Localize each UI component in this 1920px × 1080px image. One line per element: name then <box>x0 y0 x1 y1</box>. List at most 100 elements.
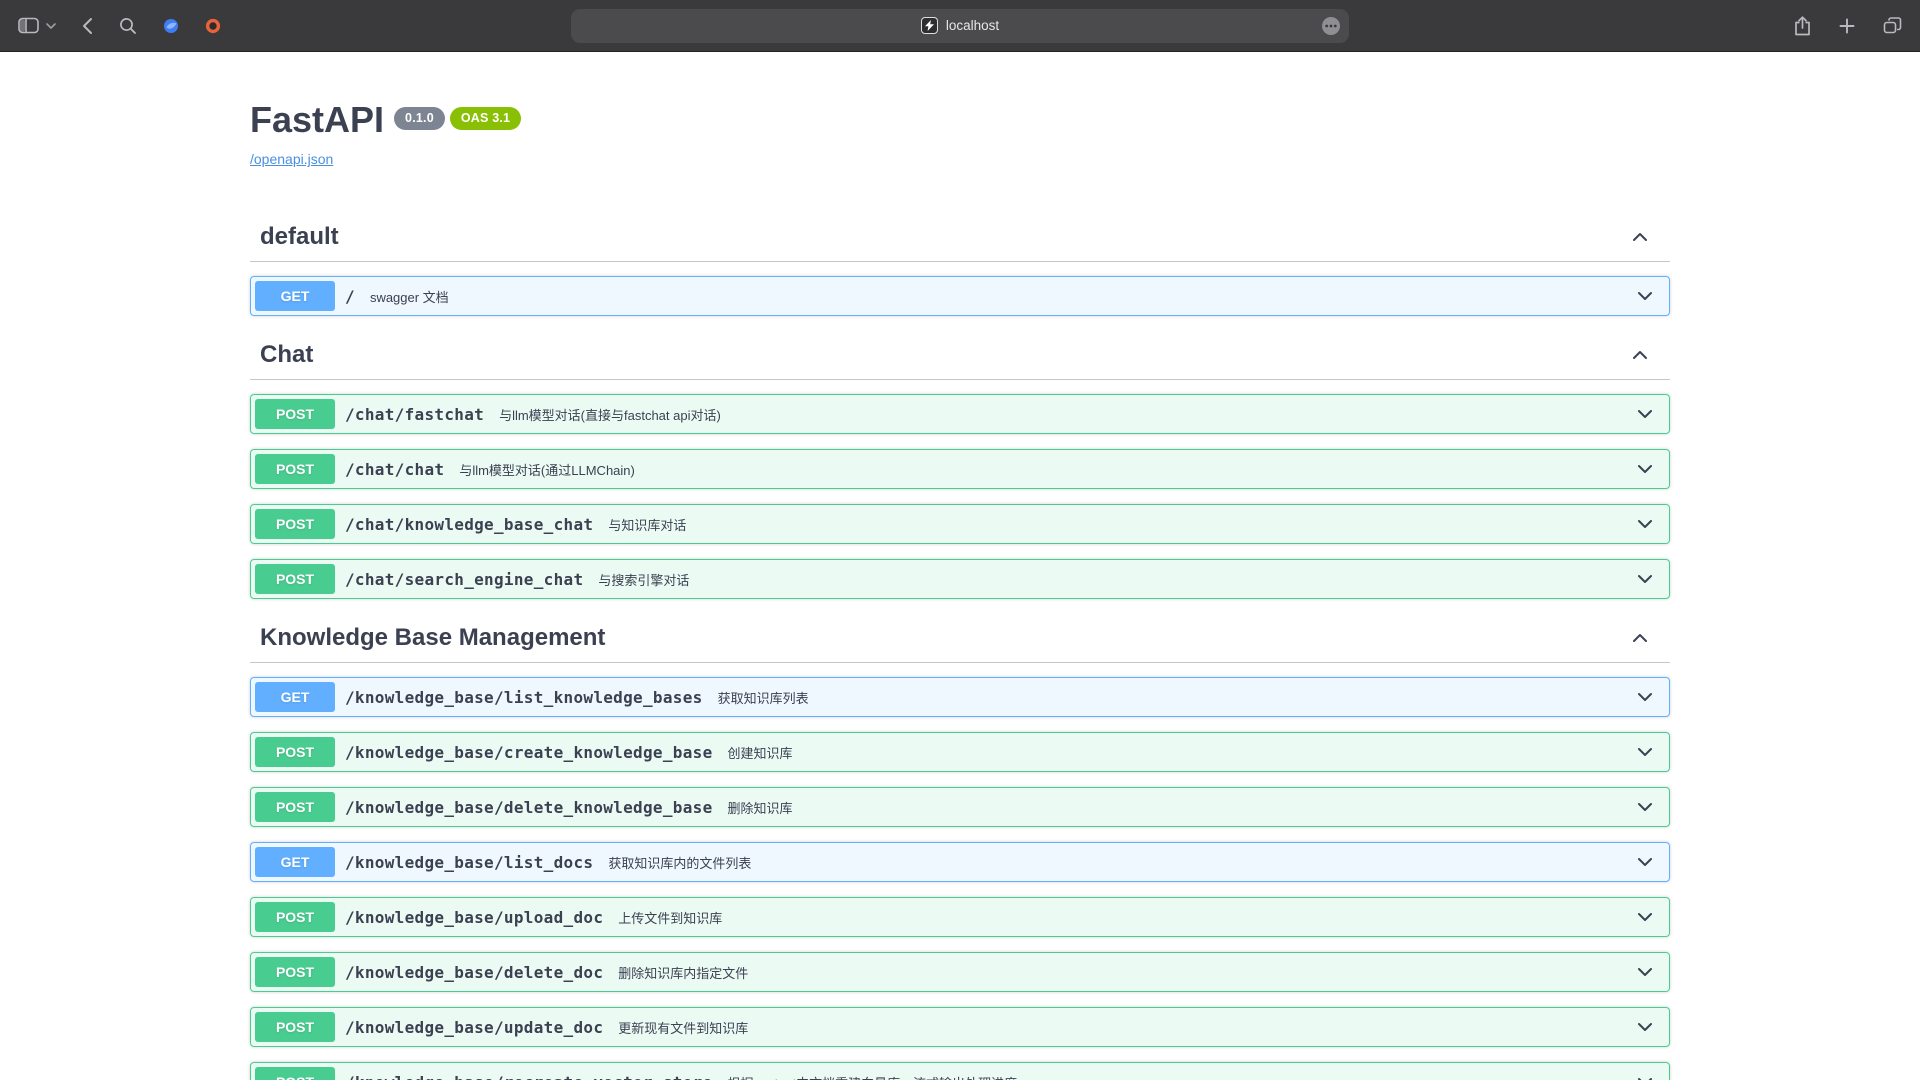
method-badge: POST <box>255 564 335 594</box>
page-title: FastAPI 0.1.0OAS 3.1 <box>250 98 1670 141</box>
operation-description: 删除知识库内指定文件 <box>618 963 1615 982</box>
operation-description: 与搜索引擎对话 <box>598 570 1615 589</box>
operation-description: 与llm模型对话(通过LLMChain) <box>459 460 1615 479</box>
method-badge: POST <box>255 1067 335 1080</box>
operation-description: 删除知识库 <box>728 798 1615 817</box>
chevron-up-icon[interactable] <box>1630 628 1650 648</box>
chevron-down-icon[interactable] <box>1615 459 1665 479</box>
operation-description: 创建知识库 <box>728 743 1615 762</box>
toolbar-right-group <box>1794 16 1902 36</box>
url-bar[interactable]: localhost <box>571 9 1349 43</box>
operation-row[interactable]: GET /knowledge_base/list_docs 获取知识库内的文件列… <box>250 842 1670 882</box>
api-section: default GET / swagger 文档 <box>250 213 1670 316</box>
chevron-down-icon[interactable] <box>1615 569 1665 589</box>
pinned-tab-orange-icon[interactable] <box>205 18 221 34</box>
tab-overview-icon[interactable] <box>1883 17 1902 34</box>
api-title-text: FastAPI <box>250 99 384 140</box>
operation-path: /knowledge_base/list_knowledge_bases <box>345 688 703 707</box>
method-badge: GET <box>255 847 335 877</box>
operation-description: 获取知识库列表 <box>718 688 1615 707</box>
operation-path: /knowledge_base/upload_doc <box>345 908 603 927</box>
page-menu-icon[interactable] <box>1320 15 1342 37</box>
share-icon[interactable] <box>1794 16 1811 36</box>
api-section: Chat POST /chat/fastchat 与llm模型对话(直接与fas… <box>250 331 1670 599</box>
section-operations: GET /knowledge_base/list_knowledge_bases… <box>250 663 1670 1080</box>
operation-row[interactable]: POST /knowledge_base/delete_knowledge_ba… <box>250 787 1670 827</box>
chevron-down-icon[interactable] <box>1615 852 1665 872</box>
chevron-down-icon[interactable] <box>1615 1017 1665 1037</box>
operation-row[interactable]: POST /knowledge_base/delete_doc 删除知识库内指定… <box>250 952 1670 992</box>
operation-row[interactable]: POST /knowledge_base/recreate_vector_sto… <box>250 1062 1670 1080</box>
tab-group-chevron-icon[interactable] <box>46 23 56 29</box>
chevron-down-icon[interactable] <box>1615 514 1665 534</box>
section-operations: GET / swagger 文档 <box>250 262 1670 316</box>
operation-path: /chat/search_engine_chat <box>345 570 583 589</box>
operation-path: /chat/chat <box>345 460 444 479</box>
operation-path: /knowledge_base/update_doc <box>345 1018 603 1037</box>
chevron-down-icon[interactable] <box>1615 1072 1665 1080</box>
operation-row[interactable]: GET /knowledge_base/list_knowledge_bases… <box>250 677 1670 717</box>
operation-row[interactable]: POST /chat/search_engine_chat 与搜索引擎对话 <box>250 559 1670 599</box>
chevron-down-icon[interactable] <box>1615 404 1665 424</box>
method-badge: POST <box>255 737 335 767</box>
sidebar-toggle-icon[interactable] <box>18 17 39 34</box>
operation-path: /chat/knowledge_base_chat <box>345 515 593 534</box>
section-title: Knowledge Base Management <box>260 624 605 652</box>
section-header[interactable]: Knowledge Base Management <box>250 614 1670 663</box>
version-badge: 0.1.0 <box>394 107 445 130</box>
operation-path: /knowledge_base/delete_knowledge_base <box>345 798 713 817</box>
search-icon[interactable] <box>119 17 137 35</box>
api-sections: default GET / swagger 文档 Chat POST /chat… <box>250 213 1670 1080</box>
chevron-down-icon[interactable] <box>1615 907 1665 927</box>
api-info-block: FastAPI 0.1.0OAS 3.1 /openapi.json <box>250 52 1670 169</box>
chevron-up-icon[interactable] <box>1630 227 1650 247</box>
method-badge: POST <box>255 399 335 429</box>
openapi-spec-link[interactable]: /openapi.json <box>250 151 333 167</box>
operation-row[interactable]: POST /knowledge_base/update_doc 更新现有文件到知… <box>250 1007 1670 1047</box>
operation-path: /knowledge_base/recreate_vector_store <box>345 1073 713 1080</box>
chevron-up-icon[interactable] <box>1630 345 1650 365</box>
method-badge: GET <box>255 281 335 311</box>
operation-description: 根据content中文档重建向量库，流式输出处理进度。 <box>728 1073 1615 1080</box>
operation-path: /knowledge_base/delete_doc <box>345 963 603 982</box>
operation-path: /chat/fastchat <box>345 405 484 424</box>
pinned-tab-blue-icon[interactable] <box>163 18 179 34</box>
chevron-down-icon[interactable] <box>1615 962 1665 982</box>
operation-row[interactable]: POST /chat/fastchat 与llm模型对话(直接与fastchat… <box>250 394 1670 434</box>
method-badge: POST <box>255 1012 335 1042</box>
section-header[interactable]: default <box>250 213 1670 262</box>
operation-path: / <box>345 287 355 306</box>
oas-badge: OAS 3.1 <box>450 107 521 130</box>
operation-description: 与llm模型对话(直接与fastchat api对话) <box>499 405 1615 424</box>
method-badge: GET <box>255 682 335 712</box>
method-badge: POST <box>255 902 335 932</box>
operation-row[interactable]: POST /knowledge_base/upload_doc 上传文件到知识库 <box>250 897 1670 937</box>
api-section: Knowledge Base Management GET /knowledge… <box>250 614 1670 1080</box>
operation-row[interactable]: POST /chat/chat 与llm模型对话(通过LLMChain) <box>250 449 1670 489</box>
chevron-down-icon[interactable] <box>1615 797 1665 817</box>
browser-toolbar: localhost <box>0 0 1920 52</box>
operation-row[interactable]: POST /knowledge_base/create_knowledge_ba… <box>250 732 1670 772</box>
new-tab-icon[interactable] <box>1839 18 1855 34</box>
site-favicon <box>921 17 938 34</box>
operation-row[interactable]: POST /chat/knowledge_base_chat 与知识库对话 <box>250 504 1670 544</box>
url-text: localhost <box>946 18 999 33</box>
section-header[interactable]: Chat <box>250 331 1670 380</box>
swagger-page: FastAPI 0.1.0OAS 3.1 /openapi.json defaul… <box>0 52 1920 1080</box>
chevron-down-icon[interactable] <box>1615 742 1665 762</box>
operation-description: 与知识库对话 <box>608 515 1615 534</box>
section-title: default <box>260 223 339 251</box>
back-icon[interactable] <box>82 17 93 35</box>
method-badge: POST <box>255 957 335 987</box>
method-badge: POST <box>255 792 335 822</box>
chevron-down-icon[interactable] <box>1615 286 1665 306</box>
operation-row[interactable]: GET / swagger 文档 <box>250 276 1670 316</box>
operation-path: /knowledge_base/list_docs <box>345 853 593 872</box>
chevron-down-icon[interactable] <box>1615 687 1665 707</box>
operation-description: swagger 文档 <box>370 287 1615 306</box>
operation-description: 更新现有文件到知识库 <box>618 1018 1615 1037</box>
section-title: Chat <box>260 341 313 369</box>
method-badge: POST <box>255 509 335 539</box>
section-operations: POST /chat/fastchat 与llm模型对话(直接与fastchat… <box>250 380 1670 599</box>
method-badge: POST <box>255 454 335 484</box>
